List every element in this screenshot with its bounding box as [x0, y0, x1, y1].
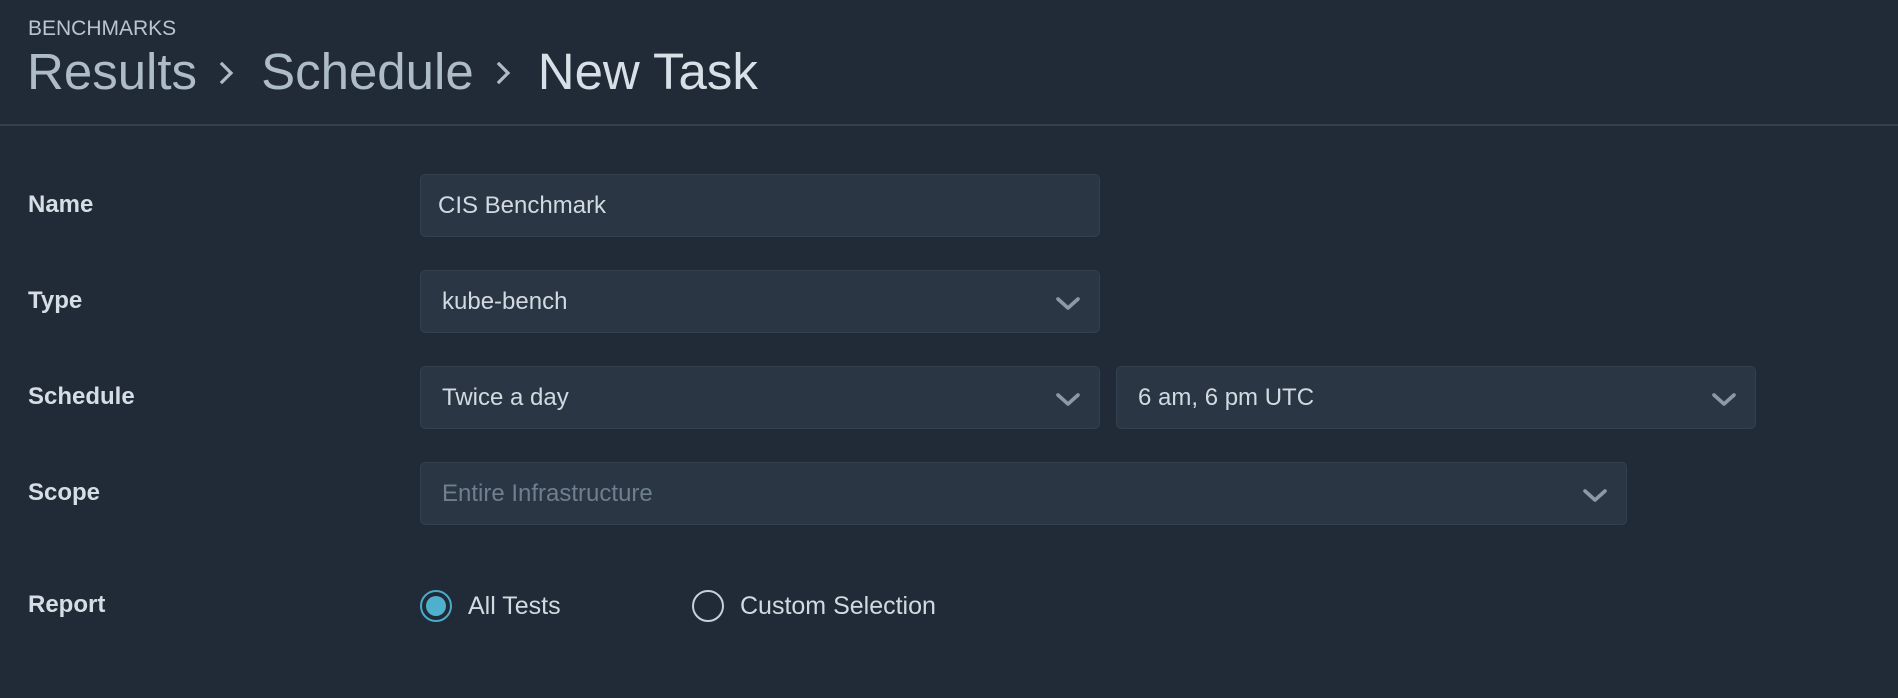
chevron-down-icon — [1712, 392, 1736, 406]
radio-all-tests[interactable]: All Tests — [420, 590, 561, 622]
name-input-value: CIS Benchmark — [438, 191, 607, 219]
radio-custom-selection[interactable]: Custom Selection — [692, 590, 936, 622]
schedule-times-value: 6 am, 6 pm UTC — [1138, 383, 1315, 411]
breadcrumb: Results Schedule New Task — [27, 42, 758, 102]
schedule-label: Schedule — [28, 383, 135, 410]
chevron-down-icon — [1056, 392, 1080, 406]
type-select-value: kube-bench — [442, 287, 568, 315]
radio-custom-selection-label[interactable]: Custom Selection — [740, 592, 936, 621]
section-label: BENCHMARKS — [28, 17, 177, 40]
scope-select[interactable]: Entire Infrastructure — [420, 462, 1627, 525]
name-input[interactable]: CIS Benchmark — [420, 174, 1100, 237]
breadcrumb-schedule[interactable]: Schedule — [261, 42, 474, 102]
schedule-frequency-select[interactable]: Twice a day — [420, 366, 1100, 429]
type-select[interactable]: kube-bench — [420, 270, 1100, 333]
breadcrumb-current: New Task — [537, 43, 758, 100]
report-label: Report — [28, 591, 106, 618]
header-divider — [0, 124, 1898, 126]
chevron-down-icon — [1056, 296, 1080, 310]
new-task-page: BENCHMARKS Results Schedule New Task Nam… — [0, 0, 1898, 698]
radio-selected-icon[interactable] — [420, 590, 452, 622]
schedule-times-select[interactable]: 6 am, 6 pm UTC — [1116, 366, 1756, 429]
type-label: Type — [28, 287, 83, 314]
schedule-frequency-value: Twice a day — [442, 383, 569, 411]
radio-unselected-icon[interactable] — [692, 590, 724, 622]
name-label: Name — [28, 191, 94, 218]
breadcrumb-results[interactable]: Results — [27, 42, 197, 102]
page-header: BENCHMARKS Results Schedule New Task — [0, 0, 1898, 124]
chevron-right-icon — [474, 42, 538, 102]
chevron-down-icon — [1583, 488, 1607, 502]
radio-all-tests-label[interactable]: All Tests — [468, 592, 561, 621]
scope-label: Scope — [28, 479, 101, 506]
scope-select-placeholder: Entire Infrastructure — [442, 479, 653, 507]
chevron-right-icon — [197, 42, 261, 102]
